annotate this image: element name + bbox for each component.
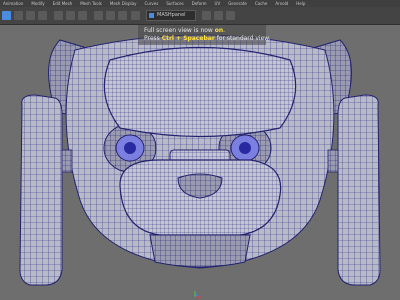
panel-name-value: MASHpanel [157, 12, 186, 18]
menu-item-generate[interactable]: Generate [228, 0, 247, 7]
snap-curve-icon[interactable] [106, 11, 115, 20]
panel-icon [149, 13, 154, 18]
hud-line1-highlight: on [214, 27, 224, 34]
menu-item-animation[interactable]: Animation [3, 0, 23, 7]
snap-point-icon[interactable] [118, 11, 127, 20]
lasso-tool-icon[interactable] [26, 11, 35, 20]
scale-tool-icon[interactable] [78, 11, 87, 20]
wireframe-toggle-icon[interactable] [214, 11, 223, 20]
menu-item-surfaces[interactable]: Surfaces [166, 0, 183, 7]
menu-item-uv[interactable]: UV [215, 0, 221, 7]
menu-item-mesh-tools[interactable]: Mesh Tools [80, 0, 102, 7]
menu-item-deform[interactable]: Deform [192, 0, 207, 7]
shaded-toggle-icon[interactable] [226, 11, 235, 20]
render-icon[interactable] [131, 11, 140, 20]
menu-item-cache[interactable]: Cache [255, 0, 267, 7]
hud-line1-suffix: . [223, 27, 226, 34]
panel-name-field[interactable]: MASHpanel [146, 10, 196, 21]
menu-bar: Animation Modify Edit Mesh Mesh Tools Me… [0, 0, 400, 7]
hud-line2-prefix: Press [144, 35, 162, 42]
toolbar: MASHpanel [0, 7, 400, 25]
rotate-tool-icon[interactable] [66, 11, 75, 20]
menu-item-modify[interactable]: Modify [31, 0, 44, 7]
paint-tool-icon[interactable] [38, 11, 47, 20]
hud-line2-shortcut: Ctrl + Spacebar [161, 35, 215, 42]
menu-item-mesh-display[interactable]: Mesh Display [110, 0, 137, 7]
mode-select-icon[interactable] [2, 11, 11, 20]
axis-gizmo-icon [194, 291, 201, 298]
snap-grid-icon[interactable] [94, 11, 103, 20]
hud-line2-suffix: for standard view. [214, 35, 271, 42]
menu-item-help[interactable]: Help [296, 0, 305, 7]
select-tool-icon[interactable] [14, 11, 23, 20]
display-settings-icon[interactable] [202, 11, 211, 20]
menu-item-curves[interactable]: Curves [144, 0, 158, 7]
move-tool-icon[interactable] [54, 11, 63, 20]
menu-item-arnold[interactable]: Arnold [275, 0, 288, 7]
hud-line1-prefix: Full screen view is now [144, 27, 215, 34]
fullscreen-hud-message: Full screen view is now on. Press Ctrl +… [138, 25, 271, 45]
viewport[interactable] [0, 25, 400, 300]
menu-item-edit-mesh[interactable]: Edit Mesh [53, 0, 73, 7]
